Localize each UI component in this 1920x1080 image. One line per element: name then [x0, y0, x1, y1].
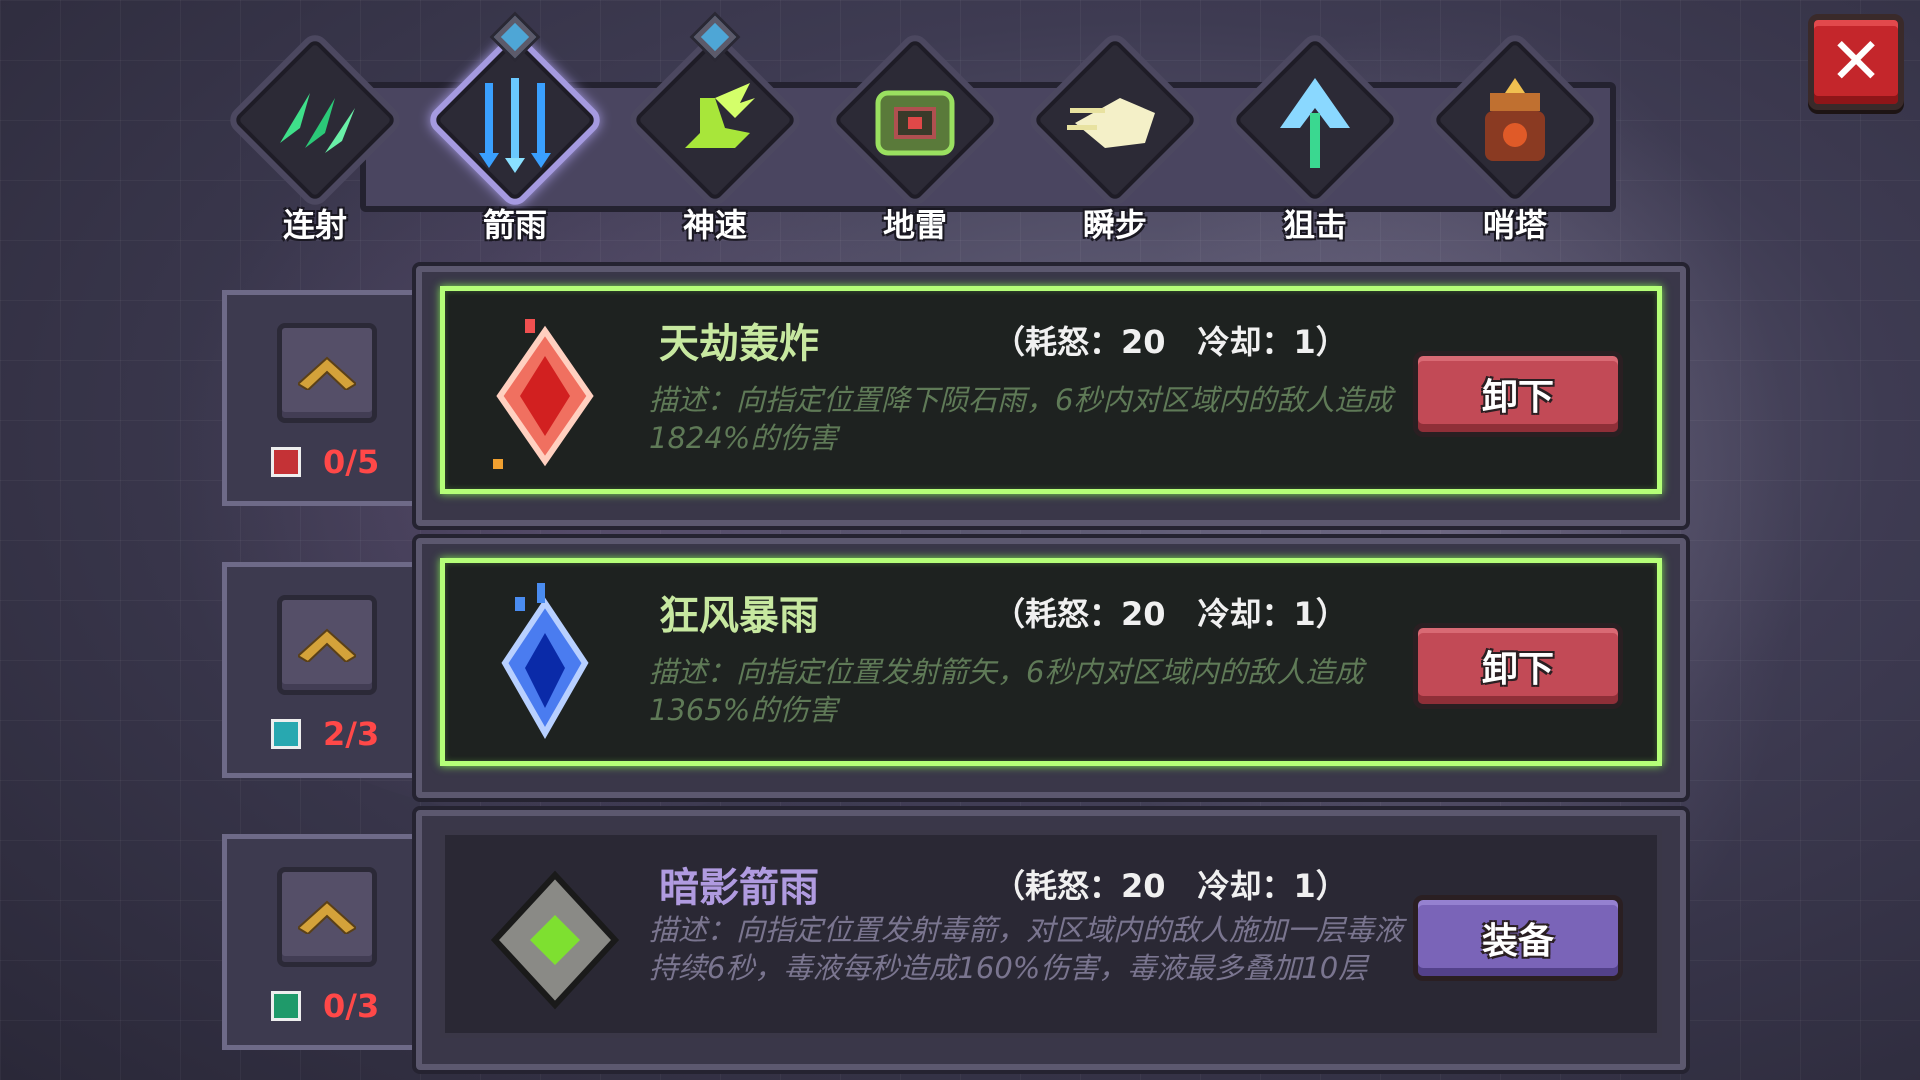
green-book-icon — [271, 991, 301, 1021]
tab-label: 哨塔 — [1482, 206, 1547, 244]
upgrade-count-text: 0/3 — [323, 987, 380, 1025]
chevron-up-icon — [298, 356, 356, 390]
tab-dash[interactable]: 瞬步 — [1015, 29, 1215, 248]
skill-description: 描述：向指定位置降下陨石雨，6秒内对区域内的敌人造成1824%的伤害 — [649, 383, 1393, 455]
close-button[interactable]: ✕ — [1808, 14, 1904, 110]
tab-label: 箭雨 — [482, 206, 547, 244]
upgrade-count-text: 0/5 — [323, 443, 380, 481]
tab-label: 瞬步 — [1082, 206, 1147, 244]
upgrade-count: 2/3 — [271, 715, 379, 753]
skill-card: 天劫轰炸 （耗怒：20 冷却：1） 描述：向指定位置降下陨石雨，6秒内对区域内的… — [416, 266, 1686, 526]
landmine-icon — [865, 78, 965, 168]
skill-cost: （耗怒：20 冷却：1） — [993, 595, 1348, 633]
skill-cost: （耗怒：20 冷却：1） — [993, 867, 1348, 905]
skill-name: 暗影箭雨 — [659, 865, 819, 911]
red-book-icon — [271, 447, 301, 477]
tab-snipe[interactable]: 狙击 — [1215, 29, 1415, 248]
snipe-arrow-icon — [1265, 78, 1365, 168]
tab-label: 地雷 — [882, 206, 947, 244]
skill-description: 描述：向指定位置发射毒箭，对区域内的敌人施加一层毒液持续6秒，毒液每秒造成160… — [649, 913, 1404, 985]
winged-boot-icon — [665, 78, 765, 168]
equip-button[interactable]: 装备 — [1413, 895, 1623, 981]
tab-label: 狙击 — [1282, 206, 1347, 244]
skill-card: 狂风暴雨 （耗怒：20 冷却：1） 描述：向指定位置发射箭矢，6秒内对区域内的敌… — [416, 538, 1686, 798]
chevron-up-icon — [298, 628, 356, 662]
teal-book-icon — [271, 719, 301, 749]
skill-cost: （耗怒：20 冷却：1） — [993, 323, 1348, 361]
tab-arrow-rain[interactable]: 箭雨 — [415, 15, 615, 248]
skill-tabs: 连射 箭雨 神速 地雷 瞬步 狙击 哨塔 — [215, 15, 1615, 248]
blue-crystal-icon — [485, 583, 605, 753]
arrow-rain-icon — [465, 78, 565, 173]
upgrade-panel: 0/5 — [222, 290, 422, 506]
skill-name: 狂风暴雨 — [659, 593, 819, 639]
upgrade-count: 0/3 — [271, 987, 379, 1025]
upgrade-count: 0/5 — [271, 443, 379, 481]
tab-label: 连射 — [282, 206, 347, 244]
green-gem-icon — [485, 855, 620, 1025]
upgrade-button[interactable] — [277, 867, 377, 967]
upgrade-button[interactable] — [277, 595, 377, 695]
tab-turret[interactable]: 哨塔 — [1415, 29, 1615, 248]
upgrade-panel: 2/3 — [222, 562, 422, 778]
upgrade-panel: 0/3 — [222, 834, 422, 1050]
red-crystal-icon — [485, 311, 605, 481]
skill-card-inner: 天劫轰炸 （耗怒：20 冷却：1） 描述：向指定位置降下陨石雨，6秒内对区域内的… — [440, 286, 1662, 494]
dash-icon — [1065, 78, 1165, 168]
unequip-button[interactable]: 卸下 — [1413, 351, 1623, 437]
tab-landmine[interactable]: 地雷 — [815, 29, 1015, 248]
skill-card-inner: 狂风暴雨 （耗怒：20 冷却：1） 描述：向指定位置发射箭矢，6秒内对区域内的敌… — [440, 558, 1662, 766]
skill-name: 天劫轰炸 — [659, 321, 819, 367]
skill-card: 暗影箭雨 （耗怒：20 冷却：1） 描述：向指定位置发射毒箭，对区域内的敌人施加… — [416, 810, 1686, 1070]
tab-label: 神速 — [682, 206, 747, 244]
chevron-up-icon — [298, 900, 356, 934]
upgrade-button[interactable] — [277, 323, 377, 423]
skill-card-inner: 暗影箭雨 （耗怒：20 冷却：1） 描述：向指定位置发射毒箭，对区域内的敌人施加… — [440, 830, 1662, 1038]
unequip-button[interactable]: 卸下 — [1413, 623, 1623, 709]
close-icon: ✕ — [1829, 25, 1883, 99]
upgrade-count-text: 2/3 — [323, 715, 380, 753]
skill-description: 描述：向指定位置发射箭矢，6秒内对区域内的敌人造成1365%的伤害 — [649, 655, 1364, 727]
tab-rapid-fire[interactable]: 连射 — [215, 29, 415, 248]
tab-swift[interactable]: 神速 — [615, 15, 815, 248]
turret-icon — [1465, 78, 1565, 168]
rapid-fire-icon — [265, 78, 365, 168]
